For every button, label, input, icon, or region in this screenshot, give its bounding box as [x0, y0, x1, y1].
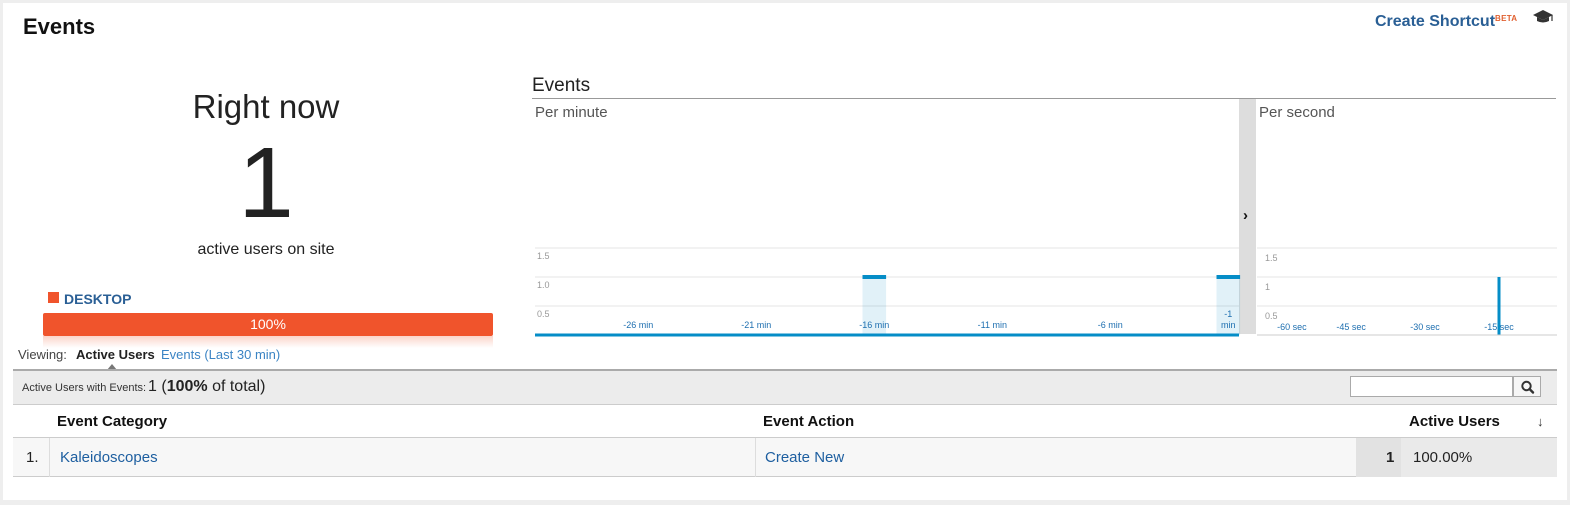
per-minute-x-tick: -6 min: [1098, 320, 1123, 330]
per-minute-x-tick: -1: [1224, 309, 1232, 319]
per-second-x-tick: -30 sec: [1410, 322, 1440, 332]
table-search-input[interactable]: [1350, 376, 1513, 397]
per-minute-x-tick: min: [1221, 320, 1236, 330]
cell-separator: [49, 438, 50, 477]
column-event-category[interactable]: Event Category: [57, 413, 167, 430]
event-category-link[interactable]: Kaleidoscopes: [60, 449, 158, 466]
per-minute-y-tick: 0.5: [537, 309, 550, 319]
cell-separator: [755, 438, 756, 477]
summary-label: Active Users with Events:: [22, 382, 147, 394]
per-second-x-tick: -45 sec: [1336, 322, 1366, 332]
per-minute-x-tick: -26 min: [623, 320, 653, 330]
row-index: 1.: [26, 449, 39, 466]
column-event-action[interactable]: Event Action: [763, 413, 854, 430]
summary-percent: 100%: [166, 378, 208, 395]
summary-suffix: of total): [212, 378, 266, 395]
summary-value: 1 (100% of total): [148, 378, 266, 395]
per-minute-y-tick: 1.5: [537, 251, 550, 261]
active-users-value: 1: [1386, 449, 1395, 466]
event-action-link[interactable]: Create New: [765, 449, 844, 466]
table-search-button[interactable]: [1513, 376, 1541, 397]
per-minute-bar-top: [1216, 275, 1241, 279]
active-users-percent: 100.00%: [1413, 449, 1473, 466]
per-second-x-tick: -60 sec: [1277, 322, 1307, 332]
per-second-y-tick: 0.5: [1265, 311, 1278, 321]
per-minute-x-tick: -16 min: [859, 320, 889, 330]
per-minute-x-tick: -11 min: [978, 320, 1007, 330]
search-icon: [1521, 380, 1535, 394]
column-active-users[interactable]: Active Users: [1409, 413, 1500, 430]
per-minute-bar-top: [862, 275, 887, 279]
summary-count: 1: [148, 378, 157, 395]
sort-descending-icon[interactable]: ↓: [1537, 414, 1544, 429]
per-minute-x-tick: -21 min: [741, 320, 771, 330]
per-minute-y-tick: 1.0: [537, 280, 550, 290]
per-second-y-tick: 1.5: [1265, 253, 1278, 263]
per-second-y-tick: 1: [1265, 282, 1270, 292]
per-second-x-tick: -15 sec: [1484, 322, 1514, 332]
